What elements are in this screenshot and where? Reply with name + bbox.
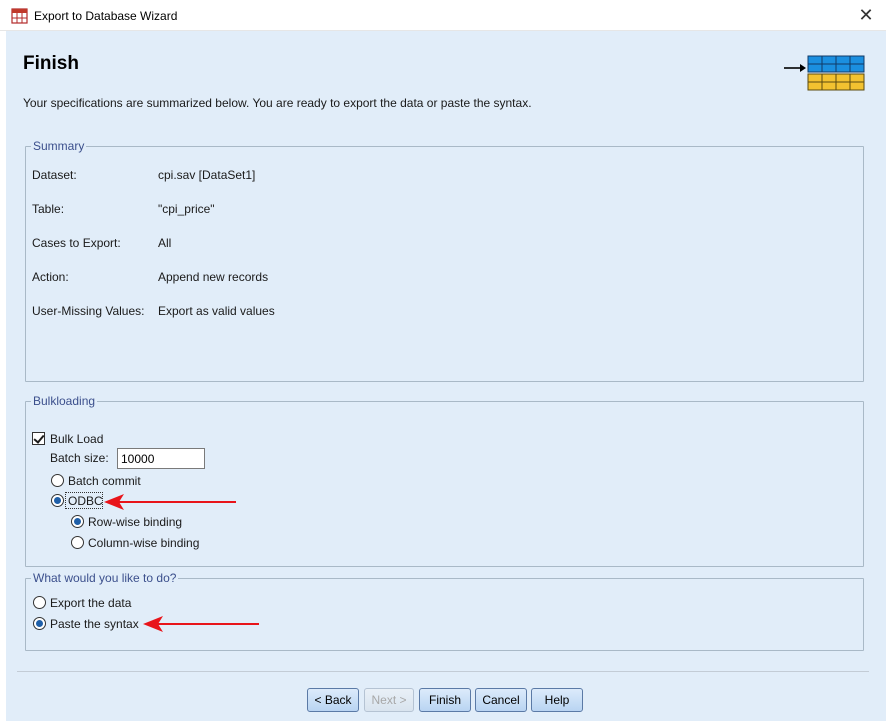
- page-description: Your specifications are summarized below…: [23, 96, 532, 110]
- database-table-export-icon: [784, 55, 865, 91]
- summary-label-table: Table:: [32, 202, 65, 216]
- button-separator: [17, 671, 869, 672]
- title-bar: Export to Database Wizard ✕: [0, 0, 886, 31]
- column-wise-binding-radio[interactable]: [71, 536, 84, 549]
- batch-commit-radio[interactable]: [51, 474, 64, 487]
- cancel-button[interactable]: Cancel: [475, 688, 527, 712]
- summary-label-cases: Cases to Export:: [32, 236, 121, 250]
- summary-group: Summary Dataset: cpi.sav [DataSet1] Tabl…: [25, 139, 864, 382]
- summary-value-table: "cpi_price": [158, 202, 215, 216]
- bulkloading-group: Bulkloading Bulk Load Batch size: Batch …: [25, 394, 864, 567]
- summary-label-user-missing: User-Missing Values:: [32, 304, 145, 318]
- bulk-load-checkbox[interactable]: [32, 432, 45, 445]
- summary-value-user-missing: Export as valid values: [158, 304, 275, 318]
- paste-syntax-label[interactable]: Paste the syntax: [50, 617, 139, 631]
- summary-value-action: Append new records: [158, 270, 269, 284]
- batch-commit-label[interactable]: Batch commit: [68, 474, 141, 488]
- action-legend: What would you like to do?: [31, 571, 179, 585]
- export-data-label[interactable]: Export the data: [50, 596, 131, 610]
- action-group: What would you like to do? Export the da…: [25, 571, 864, 651]
- finish-button[interactable]: Finish: [419, 688, 471, 712]
- page-title: Finish: [23, 53, 79, 74]
- back-button[interactable]: < Back: [307, 688, 359, 712]
- summary-legend: Summary: [31, 139, 87, 153]
- summary-label-action: Action:: [32, 270, 69, 284]
- app-icon: [11, 8, 28, 24]
- summary-value-dataset: cpi.sav [DataSet1]: [158, 168, 256, 182]
- close-button[interactable]: ✕: [854, 4, 878, 26]
- odbc-radio[interactable]: [51, 494, 64, 507]
- close-icon: ✕: [858, 5, 874, 25]
- annotation-arrow-odbc: [104, 494, 236, 510]
- help-button[interactable]: Help: [531, 688, 583, 712]
- bulkloading-legend: Bulkloading: [31, 394, 98, 408]
- export-data-radio[interactable]: [33, 596, 46, 609]
- row-wise-binding-label[interactable]: Row-wise binding: [88, 515, 182, 529]
- annotation-arrow-paste-syntax: [143, 616, 259, 632]
- next-button[interactable]: Next >: [364, 688, 414, 712]
- batch-size-label: Batch size:: [50, 451, 109, 465]
- summary-value-cases: All: [158, 236, 172, 250]
- summary-label-dataset: Dataset:: [32, 168, 77, 182]
- column-wise-binding-label[interactable]: Column-wise binding: [88, 536, 199, 550]
- odbc-focus-outline: [65, 492, 103, 509]
- paste-syntax-radio[interactable]: [33, 617, 46, 630]
- wizard-header: Finish Your specifications are summarize…: [6, 31, 886, 126]
- window-title: Export to Database Wizard: [34, 9, 178, 23]
- bulk-load-label[interactable]: Bulk Load: [50, 432, 103, 446]
- row-wise-binding-radio[interactable]: [71, 515, 84, 528]
- wizard-dialog: Finish Your specifications are summarize…: [6, 31, 886, 721]
- batch-size-input[interactable]: [117, 448, 205, 469]
